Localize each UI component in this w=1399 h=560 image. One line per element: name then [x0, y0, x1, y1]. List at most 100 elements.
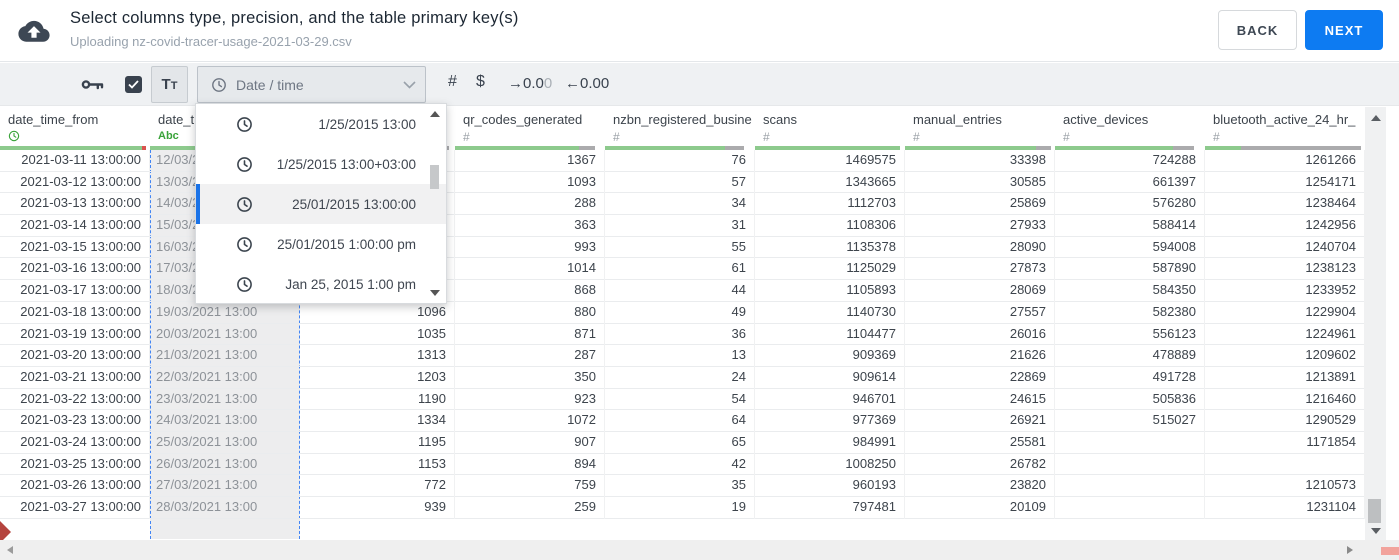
- table-cell[interactable]: 34: [605, 193, 755, 216]
- table-cell[interactable]: 1290529: [1205, 410, 1365, 432]
- table-cell[interactable]: 661397: [1055, 171, 1205, 194]
- table-cell[interactable]: 1313: [300, 345, 455, 367]
- table-cell[interactable]: 19/03/2021 13:00: [150, 302, 300, 324]
- table-cell[interactable]: 894: [455, 453, 605, 476]
- table-cell[interactable]: 2021-03-27 13:00:00: [0, 497, 150, 519]
- table-cell[interactable]: 1108306: [755, 215, 905, 237]
- table-cell[interactable]: 1008250: [755, 453, 905, 476]
- table-cell[interactable]: 55: [605, 236, 755, 259]
- decrease-decimals-button[interactable]: →0.00: [508, 75, 552, 92]
- table-cell[interactable]: 587890: [1055, 258, 1205, 281]
- table-cell[interactable]: 993: [455, 236, 605, 259]
- table-cell[interactable]: 724288: [1055, 150, 1205, 172]
- table-cell[interactable]: 1203: [300, 366, 455, 389]
- table-cell[interactable]: 797481: [755, 497, 905, 519]
- table-cell[interactable]: 2021-03-20 13:00:00: [0, 345, 150, 367]
- scroll-up-icon[interactable]: [430, 111, 440, 117]
- table-cell[interactable]: 960193: [755, 475, 905, 497]
- datetime-format-option[interactable]: 25/01/2015 13:00:00: [196, 184, 446, 224]
- dropdown-scrollbar[interactable]: [428, 107, 441, 300]
- table-cell[interactable]: 259: [455, 497, 605, 519]
- table-cell[interactable]: 1112703: [755, 193, 905, 216]
- table-cell[interactable]: [1055, 431, 1205, 454]
- table-cell[interactable]: 27557: [905, 301, 1055, 324]
- table-cell[interactable]: 923: [455, 388, 605, 411]
- table-cell[interactable]: 909369: [755, 345, 905, 367]
- table-cell[interactable]: 1334: [300, 410, 455, 432]
- table-cell[interactable]: 491728: [1055, 366, 1205, 389]
- datetime-format-select[interactable]: Date / time: [197, 66, 426, 103]
- currency-type-button[interactable]: $: [476, 73, 485, 91]
- table-cell[interactable]: 25869: [905, 193, 1055, 216]
- table-cell[interactable]: 1135378: [755, 236, 905, 259]
- table-cell[interactable]: 61: [605, 258, 755, 281]
- column-header-date_time_from[interactable]: date_time_from: [0, 107, 150, 150]
- table-cell[interactable]: 36: [605, 323, 755, 346]
- table-cell[interactable]: [1055, 475, 1205, 497]
- table-cell[interactable]: 1229904: [1205, 301, 1365, 324]
- table-cell[interactable]: 2021-03-26 13:00:00: [0, 475, 150, 497]
- table-cell[interactable]: 26782: [905, 453, 1055, 476]
- table-cell[interactable]: 868: [455, 280, 605, 302]
- table-cell[interactable]: 1195: [300, 431, 455, 454]
- table-cell[interactable]: 1367: [455, 150, 605, 172]
- table-cell[interactable]: 25/03/2021 13:00: [150, 432, 300, 454]
- table-cell[interactable]: 1096: [300, 301, 455, 324]
- table-cell[interactable]: 1343665: [755, 171, 905, 194]
- table-cell[interactable]: 31: [605, 215, 755, 237]
- table-cell[interactable]: 24: [605, 366, 755, 389]
- table-cell[interactable]: 1242956: [1205, 215, 1365, 237]
- table-cell[interactable]: 1035: [300, 323, 455, 346]
- table-cell[interactable]: 26016: [905, 323, 1055, 346]
- table-cell[interactable]: 1210573: [1205, 475, 1365, 497]
- table-cell[interactable]: 19: [605, 497, 755, 519]
- table-cell[interactable]: 287: [455, 345, 605, 367]
- table-cell[interactable]: 363: [455, 215, 605, 237]
- table-cell[interactable]: 20/03/2021 13:00: [150, 324, 300, 346]
- table-cell[interactable]: 28069: [905, 280, 1055, 302]
- table-cell[interactable]: 1014: [455, 258, 605, 281]
- horizontal-scrollbar-thumb[interactable]: [1381, 547, 1399, 555]
- table-cell[interactable]: 2021-03-12 13:00:00: [0, 171, 150, 194]
- table-cell[interactable]: 44: [605, 280, 755, 302]
- table-cell[interactable]: 946701: [755, 388, 905, 411]
- table-cell[interactable]: 25581: [905, 431, 1055, 454]
- table-cell[interactable]: 26/03/2021 13:00: [150, 454, 300, 476]
- scroll-down-icon[interactable]: [430, 290, 440, 296]
- table-cell[interactable]: 21626: [905, 345, 1055, 367]
- table-cell[interactable]: 13: [605, 345, 755, 367]
- vertical-scrollbar[interactable]: [1365, 107, 1386, 540]
- table-cell[interactable]: 1231104: [1205, 497, 1365, 519]
- scroll-left-icon[interactable]: [7, 546, 13, 554]
- table-cell[interactable]: 28/03/2021 13:00: [150, 497, 300, 519]
- table-cell[interactable]: 1238123: [1205, 258, 1365, 281]
- table-cell[interactable]: 588414: [1055, 215, 1205, 237]
- table-cell[interactable]: 576280: [1055, 193, 1205, 216]
- boolean-type-checkbox[interactable]: [125, 76, 142, 93]
- table-cell[interactable]: 1240704: [1205, 236, 1365, 259]
- back-button[interactable]: BACK: [1218, 10, 1297, 50]
- table-cell[interactable]: 2021-03-22 13:00:00: [0, 388, 150, 411]
- table-cell[interactable]: 1104477: [755, 323, 905, 346]
- table-cell[interactable]: 42: [605, 453, 755, 476]
- table-cell[interactable]: 556123: [1055, 323, 1205, 346]
- table-cell[interactable]: 27933: [905, 215, 1055, 237]
- table-cell[interactable]: 76: [605, 150, 755, 172]
- table-cell[interactable]: 2021-03-25 13:00:00: [0, 453, 150, 476]
- number-type-button[interactable]: #: [448, 73, 457, 91]
- table-cell[interactable]: 939: [300, 497, 455, 519]
- table-cell[interactable]: 1105893: [755, 280, 905, 302]
- table-cell[interactable]: 64: [605, 410, 755, 432]
- table-cell[interactable]: 907: [455, 431, 605, 454]
- increase-decimals-button[interactable]: ←0.00: [565, 75, 609, 92]
- table-cell[interactable]: [1055, 453, 1205, 476]
- table-cell[interactable]: 1238464: [1205, 193, 1365, 216]
- table-cell[interactable]: 977369: [755, 410, 905, 432]
- table-cell[interactable]: 1125029: [755, 258, 905, 281]
- table-cell[interactable]: 65: [605, 431, 755, 454]
- table-cell[interactable]: [1205, 453, 1365, 476]
- table-cell[interactable]: 20109: [905, 497, 1055, 519]
- table-cell[interactable]: 27/03/2021 13:00: [150, 475, 300, 497]
- table-cell[interactable]: 1209602: [1205, 345, 1365, 367]
- table-cell[interactable]: 2021-03-23 13:00:00: [0, 410, 150, 432]
